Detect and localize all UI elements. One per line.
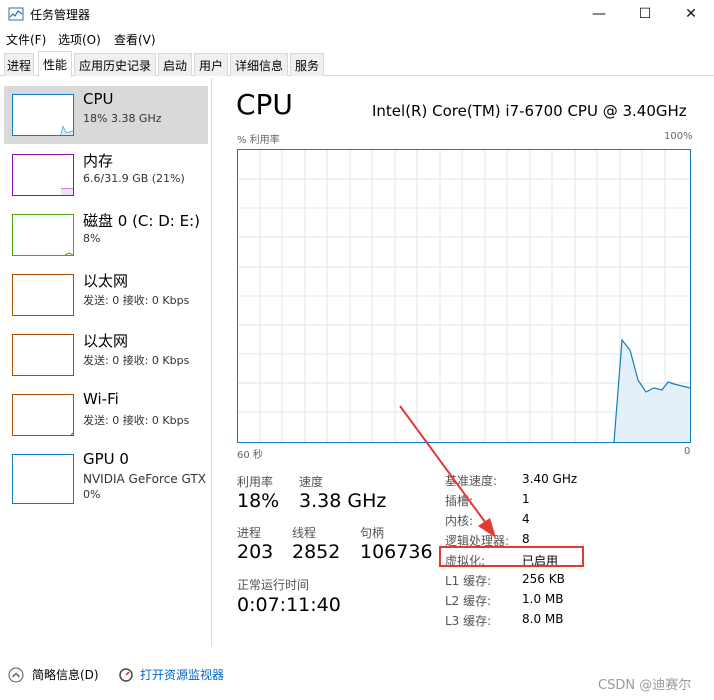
watermark: CSDN @迪赛尔 (598, 678, 692, 693)
open-resource-monitor-label: 打开资源监视器 (140, 668, 225, 682)
annotation-arrow (399, 405, 496, 538)
resource-monitor-icon (119, 667, 133, 682)
chevron-up-icon (8, 667, 24, 682)
open-resource-monitor-link[interactable]: 打开资源监视器 (118, 666, 224, 683)
summary-toggle[interactable]: 简略信息(D) (8, 666, 99, 683)
summary-label: 简略信息(D) (32, 668, 99, 682)
